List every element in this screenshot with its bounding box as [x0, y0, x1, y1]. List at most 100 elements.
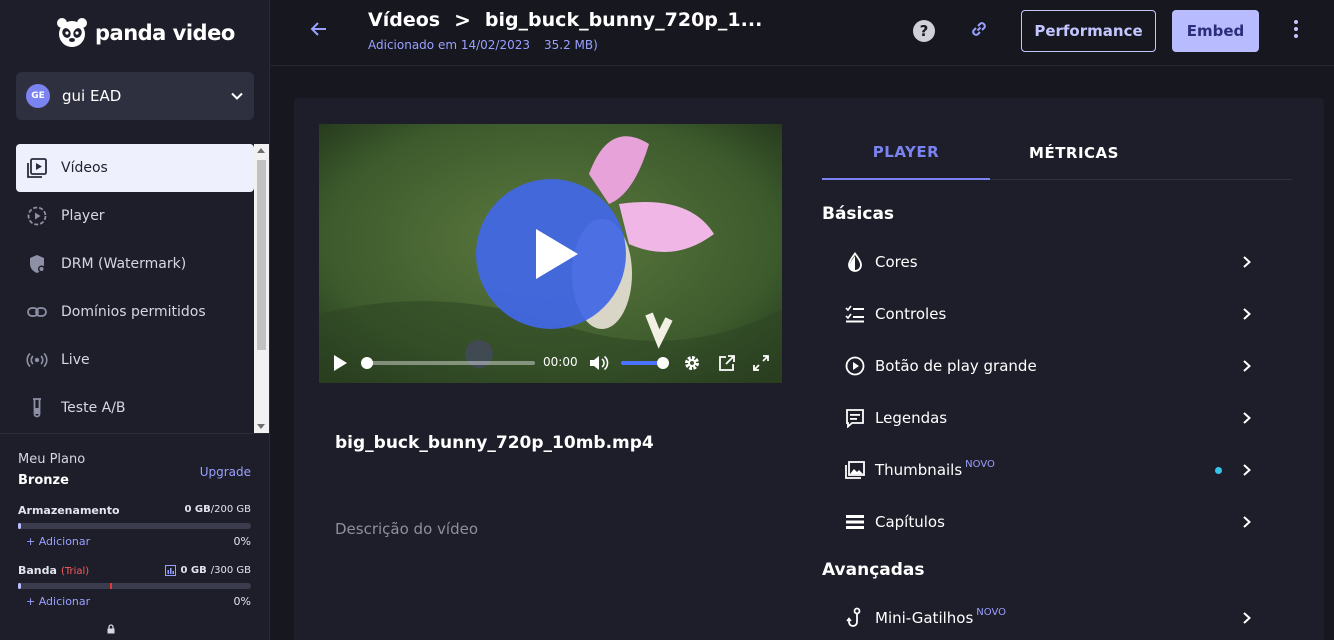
chevron-right-icon	[1240, 515, 1254, 529]
video-description-input[interactable]: Descrição do vídeo	[335, 520, 478, 538]
test-tube-icon	[26, 397, 48, 419]
storage-add-link[interactable]: + Adicionar	[18, 535, 90, 548]
scroll-down-arrow-icon[interactable]	[257, 424, 265, 429]
band-percent: 0%	[233, 595, 251, 608]
chevron-right-icon	[1240, 359, 1254, 373]
time-display: 00:00	[543, 355, 578, 369]
band-used: 0 GB	[180, 565, 207, 576]
shield-icon	[26, 253, 48, 275]
sidebar-item-label: Player	[61, 208, 105, 224]
copy-link-icon[interactable]	[968, 18, 990, 40]
sidebar: panda video GE gui EAD Vídeos Player DRM…	[0, 0, 270, 640]
volume-handle[interactable]	[657, 357, 669, 369]
status-dot	[1215, 467, 1222, 474]
chevron-down-icon	[230, 89, 244, 103]
option-controls[interactable]: Controles	[844, 294, 1262, 334]
account-name: gui EAD	[62, 87, 122, 105]
sidebar-menu: Vídeos Player DRM (Watermark) Domínios p…	[16, 144, 254, 432]
sidebar-item-domains[interactable]: Domínios permitidos	[16, 288, 254, 336]
sidebar-item-live[interactable]: Live	[16, 336, 254, 384]
brand-name: panda video	[95, 21, 235, 45]
option-label: Mini-Gatilhos	[875, 609, 974, 627]
option-label: Controles	[875, 305, 947, 323]
plan-panel: Meu Plano Bronze Upgrade Armazenamento 0…	[0, 433, 269, 640]
avatar: GE	[26, 84, 50, 108]
sidebar-scrollbar[interactable]	[254, 144, 269, 433]
band-add-link[interactable]: + Adicionar	[18, 595, 90, 608]
fullscreen-icon[interactable]	[752, 354, 770, 372]
storage-label: Armazenamento	[18, 504, 120, 517]
chevron-right-icon	[1240, 255, 1254, 269]
help-icon[interactable]: ?	[913, 20, 935, 42]
option-big-play-button[interactable]: Botão de play grande	[844, 346, 1262, 386]
video-meta: Adicionado em 14/02/2023 35.2 MB)	[368, 38, 598, 52]
subtitles-icon	[844, 407, 866, 429]
popout-icon[interactable]	[718, 354, 736, 372]
chevron-right-icon	[1240, 463, 1254, 477]
sidebar-item-player[interactable]: Player	[16, 192, 254, 240]
scroll-thumb[interactable]	[257, 160, 266, 350]
video-editor-card: 00:00 big_buck_bunny_720p_10mb.mp4 Descr…	[294, 98, 1324, 640]
chevron-right-icon	[1240, 611, 1254, 625]
play-circle-icon	[844, 355, 866, 377]
chapters-icon	[844, 511, 866, 533]
image-icon	[844, 459, 866, 481]
back-arrow-icon[interactable]	[308, 18, 330, 40]
new-badge: NOVO	[965, 458, 995, 470]
brand-logo[interactable]: panda video	[55, 14, 235, 52]
scroll-up-arrow-icon[interactable]	[257, 148, 265, 153]
embed-button[interactable]: Embed	[1172, 10, 1259, 52]
seek-bar[interactable]	[367, 361, 535, 365]
play-icon[interactable]	[331, 354, 349, 372]
big-play-button[interactable]	[476, 179, 626, 329]
storage-usage: Armazenamento 0 GB/200 GB + Adicionar 0%	[18, 504, 251, 548]
new-badge: NOVO	[976, 606, 1006, 618]
upgrade-link[interactable]: Upgrade	[200, 465, 251, 479]
settings-tabs: PLAYER MÉTRICAS	[822, 126, 1292, 180]
breadcrumb-current: big_buck_bunny_720p_1...	[484, 9, 763, 31]
chevron-right-icon	[1240, 411, 1254, 425]
bar-chart-icon[interactable]	[165, 565, 177, 576]
hook-icon	[844, 607, 866, 629]
sidebar-item-ab-test[interactable]: Teste A/B	[16, 384, 254, 432]
seek-handle[interactable]	[361, 357, 373, 369]
account-switcher[interactable]: GE gui EAD	[16, 72, 254, 120]
trial-badge: (Trial)	[60, 566, 90, 577]
sidebar-item-label: Teste A/B	[61, 400, 126, 416]
more-options-icon[interactable]	[1294, 20, 1298, 38]
storage-total: /200 GB	[210, 504, 251, 515]
video-player[interactable]: 00:00	[319, 124, 782, 383]
sidebar-item-videos[interactable]: Vídeos	[16, 144, 254, 192]
option-label: Legendas	[875, 409, 948, 427]
sidebar-item-drm[interactable]: DRM (Watermark)	[16, 240, 254, 288]
video-title[interactable]: big_buck_bunny_720p_10mb.mp4	[335, 433, 654, 453]
tab-player[interactable]: PLAYER	[822, 126, 990, 180]
live-icon	[26, 349, 48, 371]
breadcrumb-separator: >	[454, 8, 471, 32]
option-chapters[interactable]: Capítulos	[844, 502, 1262, 542]
volume-icon[interactable]	[589, 354, 609, 372]
added-date: Adicionado em 14/02/2023	[368, 38, 531, 52]
section-basic: Básicas	[822, 204, 895, 224]
performance-button[interactable]: Performance	[1021, 10, 1156, 52]
sidebar-item-label: Domínios permitidos	[61, 304, 206, 320]
option-subtitles[interactable]: Legendas	[844, 398, 1262, 438]
breadcrumb-videos[interactable]: Vídeos	[368, 9, 440, 31]
drop-icon	[844, 251, 866, 273]
storage-percent: 0%	[233, 535, 251, 548]
option-thumbnails[interactable]: Thumbnails NOVO	[844, 450, 1262, 490]
option-colors[interactable]: Cores	[844, 242, 1262, 282]
tab-metrics[interactable]: MÉTRICAS	[990, 126, 1158, 180]
page-header: Vídeos > big_buck_bunny_720p_1... Adicio…	[270, 0, 1334, 66]
player-icon	[26, 205, 48, 227]
controls-icon	[844, 303, 866, 325]
breadcrumb: Vídeos > big_buck_bunny_720p_1...	[368, 8, 762, 32]
storage-bar	[18, 523, 251, 529]
section-advanced: Avançadas	[822, 560, 925, 580]
band-label: Banda	[18, 564, 57, 577]
gear-icon[interactable]	[683, 354, 701, 372]
sidebar-item-label: Live	[61, 352, 90, 368]
sidebar-item-label: Vídeos	[61, 160, 108, 176]
band-total: /300 GB	[210, 565, 251, 576]
option-mini-triggers[interactable]: Mini-Gatilhos NOVO	[844, 598, 1262, 638]
